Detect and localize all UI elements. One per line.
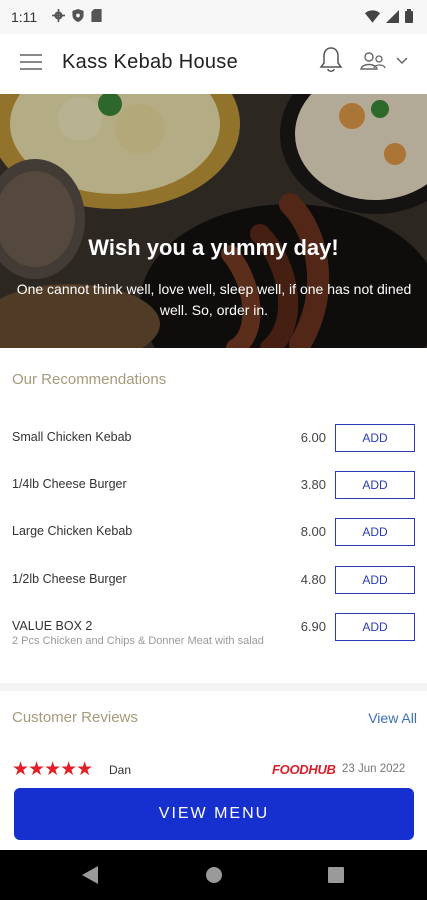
item-price: 4.80: [300, 572, 326, 587]
item-description: 2 Pcs Chicken and Chips & Donner Meat wi…: [12, 635, 264, 647]
item-price: 3.80: [300, 477, 326, 492]
add-button[interactable]: ADD: [335, 471, 415, 499]
add-button[interactable]: ADD: [335, 613, 415, 641]
account-icon[interactable]: [360, 51, 386, 71]
review-item: ★★★★★ Dan FOODHUB 23 Jun 2022: [12, 758, 417, 780]
hero-title: Wish you a yummy day!: [88, 235, 339, 260]
add-button[interactable]: ADD: [335, 518, 415, 546]
reviewer-name: Dan: [109, 763, 132, 777]
hero-subtitle: One cannot think well, love well, sleep …: [16, 281, 412, 318]
item-name: Small Chicken Kebab: [12, 430, 132, 444]
back-icon[interactable]: [82, 866, 98, 884]
battery-icon: [405, 9, 413, 23]
item-price: 6.90: [300, 619, 326, 634]
view-menu-button[interactable]: VIEW MENU: [14, 788, 414, 840]
review-date: 23 Jun 2022: [342, 763, 406, 775]
recommendation-item: VALUE BOX 2 2 Pcs Chicken and Chips & Do…: [0, 613, 427, 679]
system-nav-bar: [0, 850, 427, 900]
item-price: 6.00: [300, 430, 326, 445]
shield-icon: [72, 9, 84, 22]
hamburger-menu-icon[interactable]: [20, 54, 42, 72]
item-name: 1/2lb Cheese Burger: [12, 572, 127, 586]
recommendation-item: Small Chicken Kebab 6.00 ADD: [0, 424, 427, 477]
notification-bell-icon[interactable]: [319, 46, 343, 74]
review-source-logo: FOODHUB: [272, 762, 336, 777]
recommendation-item: 1/4lb Cheese Burger 3.80 ADD: [0, 471, 427, 524]
restaurant-title: Kass Kebab House: [62, 51, 239, 73]
app-bar: Kass Kebab House: [0, 34, 427, 92]
sd-card-icon: [91, 9, 102, 22]
item-price: 8.00: [300, 524, 326, 539]
signal-icon: [386, 9, 399, 23]
recommendation-item: Large Chicken Kebab 8.00 ADD: [0, 518, 427, 571]
add-button[interactable]: ADD: [335, 424, 415, 452]
status-time: 1:11: [11, 9, 38, 25]
view-all-reviews-link[interactable]: View All: [368, 710, 417, 726]
settings-icon: [52, 9, 65, 22]
wifi-icon: [365, 9, 380, 23]
recents-icon[interactable]: [328, 867, 344, 883]
item-name: 1/4lb Cheese Burger: [12, 477, 127, 491]
item-name: Large Chicken Kebab: [12, 524, 133, 538]
reviews-title: Customer Reviews: [12, 709, 138, 726]
recommendations-title: Our Recommendations: [12, 371, 167, 388]
status-bar: 1:11: [0, 0, 427, 34]
recommendation-item: 1/2lb Cheese Burger 4.80 ADD: [0, 566, 427, 619]
item-name: VALUE BOX 2: [12, 619, 93, 633]
home-icon[interactable]: [205, 866, 223, 884]
star-rating-icon: ★★★★★: [12, 759, 93, 780]
add-button[interactable]: ADD: [335, 566, 415, 594]
section-divider: [0, 683, 427, 691]
chevron-down-icon[interactable]: [396, 57, 408, 65]
hero-banner: Wish you a yummy day! One cannot think w…: [0, 94, 427, 348]
